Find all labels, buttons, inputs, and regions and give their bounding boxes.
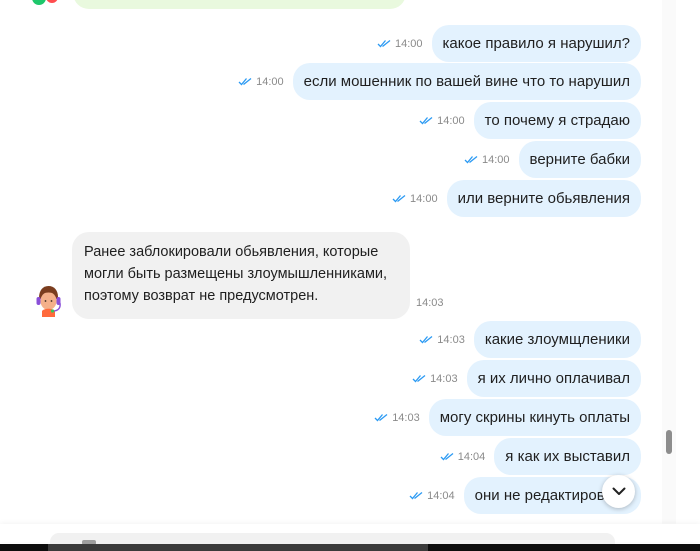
message-bubble: я как их выставил <box>494 438 641 475</box>
message-bubble: какое правило я нарушил? <box>431 25 641 62</box>
chat-history[interactable]: 14:00 какое правило я нарушил? 14:00 есл… <box>0 0 662 524</box>
message-out: 14:00 какое правило я нарушил? <box>377 25 641 62</box>
message-time: 14:00 <box>481 153 510 166</box>
double-check-icon <box>412 374 426 383</box>
message-out: 14:00 если мошенник по вашей вине что то… <box>238 63 641 100</box>
message-out: 14:03 какие злоумщленики <box>419 321 641 358</box>
message-time: 14:04 <box>427 489 455 502</box>
message-out: 14:03 могу скрины кинуть оплаты <box>374 399 641 436</box>
message-bubble: верните бабки <box>518 141 641 178</box>
message-time: 14:04 <box>457 450 486 463</box>
message-meta: 14:00 <box>392 193 438 205</box>
message-time: 14:00 <box>256 75 284 88</box>
scrollbar-thumb[interactable] <box>666 430 672 454</box>
double-check-icon <box>419 335 433 344</box>
message-meta: 14:00 <box>377 38 423 50</box>
partial-avatar-green <box>32 0 46 5</box>
support-agent-headset-icon <box>31 282 65 317</box>
double-check-icon <box>409 491 423 500</box>
message-time: 14:00 <box>437 114 465 127</box>
double-check-icon <box>374 413 388 422</box>
taskbar-active-window[interactable] <box>48 544 428 551</box>
message-time: 14:00 <box>394 37 423 50</box>
message-bubble: то почему я страдаю <box>473 102 641 139</box>
message-bubble: если мошенник по вашей вине что то наруш… <box>292 63 641 100</box>
message-bubble: или верните обьявления <box>446 180 641 217</box>
message-bubble: Ранее заблокировали обьявления, которые … <box>72 232 410 319</box>
message-meta: 14:00 <box>238 76 284 88</box>
message-time: 14:03 <box>437 333 465 346</box>
message-meta: 14:03 <box>419 334 465 346</box>
scroll-down-button[interactable] <box>602 475 635 508</box>
message-bubble: могу скрины кинуть оплаты <box>428 399 641 436</box>
double-check-icon <box>464 155 478 164</box>
double-check-icon <box>377 39 391 48</box>
chevron-down-icon <box>612 487 625 495</box>
message-out: 14:00 то почему я страдаю <box>419 102 641 139</box>
message-out: 14:03 я их лично оплачивал <box>412 360 641 397</box>
message-bubble: я их лично оплачивал <box>466 360 641 397</box>
double-check-icon <box>392 194 406 203</box>
message-meta: 14:03 <box>374 412 420 424</box>
message-meta: 14:00 <box>419 115 465 127</box>
double-check-icon <box>440 452 454 461</box>
message-out: 14:04 я как их выставил <box>440 438 641 475</box>
message-time: 14:03 <box>430 372 458 385</box>
message-in: Ранее заблокировали обьявления, которые … <box>30 232 444 319</box>
message-time: 14:00 <box>410 192 438 205</box>
message-time: 14:03 <box>392 411 420 424</box>
message-out: 14:00 или верните обьявления <box>392 180 641 217</box>
message-meta: 14:03 <box>412 373 458 385</box>
message-time: 14:03 <box>416 297 444 309</box>
message-meta: 14:04 <box>440 450 486 463</box>
right-margin <box>676 0 700 524</box>
double-check-icon <box>419 116 433 125</box>
message-meta: 14:04 <box>409 490 455 502</box>
message-out: 14:00 верните бабки <box>464 141 641 178</box>
message-bubble: какие злоумщленики <box>473 321 641 358</box>
message-meta: 14:00 <box>464 154 510 166</box>
partial-message-bubble <box>73 0 406 9</box>
double-check-icon <box>238 77 252 86</box>
partial-avatar-red <box>46 0 58 3</box>
